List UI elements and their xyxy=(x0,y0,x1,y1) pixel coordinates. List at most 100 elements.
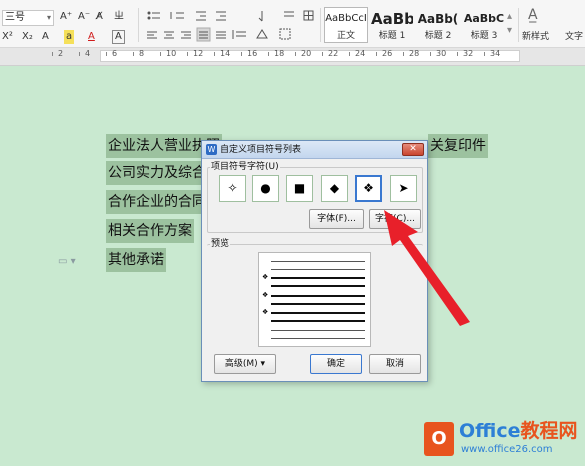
preview-area: ❖ ❖ ❖ xyxy=(258,252,371,347)
style-sample: AaBb xyxy=(371,10,413,28)
paragraph-tools xyxy=(147,10,314,42)
ruler-tick xyxy=(457,52,458,56)
style-normal[interactable]: AaBbCcI 正文 xyxy=(324,7,368,43)
bullet-option-circle[interactable]: ● xyxy=(252,175,279,202)
ruler-number: 14 xyxy=(220,49,231,58)
cancel-button[interactable]: 取消 xyxy=(369,354,421,374)
style-sample: AaBbC xyxy=(463,12,505,25)
style-sample: AaBbCcI xyxy=(325,13,367,24)
ruler-tick xyxy=(52,52,53,56)
text-effect-icon[interactable]: A xyxy=(42,30,49,44)
paragraph-options-icon[interactable]: ▭ ▾ xyxy=(58,256,76,267)
preview-line xyxy=(271,295,365,297)
bullet-option-star[interactable]: ✧ xyxy=(219,175,246,202)
bullet-char-group-label: 项目符号字符(U) xyxy=(210,161,280,173)
shading-icon xyxy=(256,29,268,39)
ruler-number: 2 xyxy=(58,49,64,58)
grow-font-icon[interactable]: A⁺ xyxy=(60,10,72,24)
custom-bullet-dialog: W 自定义项目符号列表 ✕ 项目符号字符(U) ✧ ● ■ ◆ ❖ ➤ 字体(F… xyxy=(201,140,428,382)
doc-line-5[interactable]: 其他承诺 xyxy=(106,248,166,272)
style-name: 标题 2 xyxy=(424,31,452,41)
ruler-number: 28 xyxy=(409,49,420,58)
ruler-number: 32 xyxy=(463,49,474,58)
preview-line xyxy=(271,285,365,287)
borders-icon xyxy=(279,28,291,40)
ruler-number: 34 xyxy=(490,49,501,58)
watermark: O Office教程网 www.office26.com xyxy=(424,418,584,464)
font-size-select[interactable]: 三号 ▾ xyxy=(2,10,54,26)
style-sample: AaBb( xyxy=(417,12,459,26)
preview-bullet-icon: ❖ xyxy=(262,291,269,299)
ok-button[interactable]: 确定 xyxy=(310,354,362,374)
dialog-title: 自定义项目符号列表 xyxy=(220,145,302,155)
new-style-button[interactable]: 新样式 xyxy=(522,30,549,44)
new-style-icon[interactable]: A̲ xyxy=(528,8,538,22)
ruler-number: 8 xyxy=(139,49,145,58)
subscript-icon[interactable]: X₂ xyxy=(22,30,33,44)
dialog-titlebar[interactable]: W 自定义项目符号列表 ✕ xyxy=(202,141,427,159)
horizontal-ruler: 2 4 6 8 10 12 14 16 18 20 22 24 26 28 30 32 34 xyxy=(0,48,585,66)
ruler-tick xyxy=(106,52,107,56)
increase-indent-icon xyxy=(216,11,226,21)
style-heading-1[interactable]: AaBb 标题 1 xyxy=(370,7,414,43)
toolbar-divider xyxy=(138,8,139,42)
bullet-option-square[interactable]: ■ xyxy=(286,175,313,202)
doc-line-3[interactable]: 合作企业的合同 xyxy=(106,190,208,214)
styles-scroll-icon[interactable]: ▴ ▾ xyxy=(507,10,512,38)
superscript-icon[interactable]: X² xyxy=(2,30,13,44)
doc-line-2[interactable]: 公司实力及综合 xyxy=(106,161,208,185)
ruler-tick xyxy=(403,52,404,56)
clear-format-icon[interactable]: A̸ xyxy=(96,10,103,24)
bullet-option-diamond[interactable]: ◆ xyxy=(321,175,348,202)
close-button[interactable]: ✕ xyxy=(402,143,424,156)
align-right-icon xyxy=(181,31,191,39)
doc-line-1-tail[interactable]: 关复印件 xyxy=(428,134,488,158)
doc-line-4[interactable]: 相关合作方案 xyxy=(106,219,194,243)
preview-label: 预览 xyxy=(210,238,231,250)
bullet-option-four-diamonds[interactable]: ❖ xyxy=(355,175,382,202)
font-button[interactable]: 字体(F)... xyxy=(309,209,364,229)
preview-line xyxy=(271,303,365,305)
shrink-font-icon[interactable]: A⁻ xyxy=(78,10,90,24)
ruler-tick xyxy=(376,52,377,56)
align-center-icon xyxy=(164,31,174,39)
sort-icon xyxy=(258,11,263,22)
text-tool-button[interactable]: 文字 xyxy=(565,30,583,44)
style-heading-2[interactable]: AaBb( 标题 2 xyxy=(416,7,460,43)
ruler-tick xyxy=(79,52,80,56)
character-button[interactable]: 字符(C)... xyxy=(369,209,421,229)
table-border-icon xyxy=(303,10,314,21)
toolbar-divider xyxy=(320,8,321,42)
ruler-tick xyxy=(295,52,296,56)
ruler-number: 18 xyxy=(274,49,285,58)
style-name: 标题 1 xyxy=(378,31,406,41)
ruler-tick xyxy=(133,52,134,56)
office-logo-icon: O xyxy=(424,422,454,456)
distributed-icon xyxy=(216,31,226,39)
align-left-icon xyxy=(147,31,157,39)
ruler-number: 22 xyxy=(328,49,339,58)
phonetic-guide-icon[interactable]: ㄓ xyxy=(114,10,124,24)
font-color-icon[interactable]: A xyxy=(88,30,95,44)
watermark-url: www.office26.com xyxy=(461,444,553,455)
ruler-tick xyxy=(214,52,215,56)
watermark-title: Office教程网 xyxy=(459,420,578,442)
ruler-tick xyxy=(241,52,242,56)
style-heading-3[interactable]: AaBbC 标题 3 xyxy=(462,7,506,43)
toolbar-divider xyxy=(518,8,519,42)
ruler-number: 24 xyxy=(355,49,366,58)
bullet-option-arrowhead[interactable]: ➤ xyxy=(390,175,417,202)
ribbon-toolbar: 三号 ▾ A⁺ A⁻ A̸ ㄓ X² X₂ A a A A AaBbCcI 正文… xyxy=(0,0,585,48)
highlight-icon[interactable]: a xyxy=(64,30,75,44)
ruler-number: 30 xyxy=(436,49,447,58)
app-icon: W xyxy=(206,144,217,155)
advanced-button[interactable]: 高级(M) ▾ xyxy=(214,354,276,374)
preview-line xyxy=(271,269,365,270)
watermark-title-part2: 教程网 xyxy=(520,420,578,442)
ruler-tick xyxy=(484,52,485,56)
char-border-icon[interactable]: A xyxy=(112,30,125,44)
decrease-indent-icon xyxy=(196,11,206,21)
ruler-number: 4 xyxy=(85,49,91,58)
style-name: 正文 xyxy=(336,31,355,41)
preview-line xyxy=(271,320,365,322)
